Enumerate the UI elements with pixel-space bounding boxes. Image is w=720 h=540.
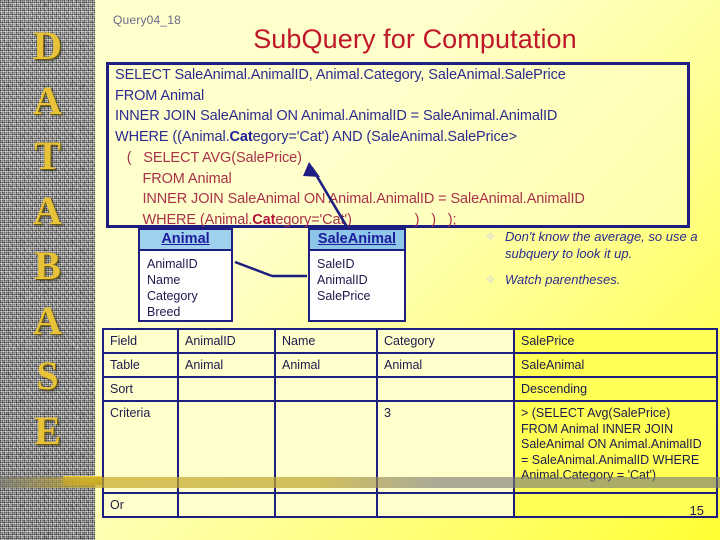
note-bullet-1: ✧ Watch parentheses. xyxy=(485,271,710,288)
qbe-row-label: Field xyxy=(102,328,179,354)
qbe-cell-criteria-1[interactable] xyxy=(274,400,378,494)
qbe-cell-or-2[interactable] xyxy=(376,492,515,518)
qbe-cell-sort-2[interactable] xyxy=(376,376,515,402)
entity-field-animalid: AnimalID xyxy=(317,273,368,287)
qbe-cell-field-3[interactable]: SalePrice xyxy=(513,328,718,354)
qbe-cell-field-2[interactable]: Category xyxy=(376,328,515,354)
entity-field-saleid: SaleID xyxy=(317,257,355,271)
notes-bullet-list: ✧ Don't know the average, so use a subque… xyxy=(485,228,710,297)
slide-canvas: DATABASE Query04_18 SubQuery for Computa… xyxy=(0,0,720,540)
qbe-row-label: Criteria xyxy=(102,400,179,494)
qbe-row-label: Or xyxy=(102,492,179,518)
sidebar-granite-panel: DATABASE xyxy=(0,0,115,540)
qbe-cell-table-0[interactable]: Animal xyxy=(177,352,276,378)
qbe-cell-sort-3[interactable]: Descending xyxy=(513,376,718,402)
entity-fields-animal: AnimalID Name Category Breed xyxy=(140,251,231,320)
note-bullet-text: Don't know the average, so use a subquer… xyxy=(505,229,698,261)
qbe-row-label: Sort xyxy=(102,376,179,402)
sql-line-4: ( SELECT AVG(SalePrice) xyxy=(115,149,302,166)
page-title: SubQuery for Computation xyxy=(253,24,577,54)
sidebar-letter-a-5: A xyxy=(33,298,62,343)
sql-line-1: FROM Animal xyxy=(115,87,205,104)
entity-field-name: Name xyxy=(147,273,181,287)
four-point-star-icon: ✧ xyxy=(485,272,496,287)
qbe-cell-table-1[interactable]: Animal xyxy=(274,352,378,378)
sidebar-letter-b-4: B xyxy=(34,243,61,288)
note-bullet-text: Watch parentheses. xyxy=(505,272,621,287)
qbe-cell-sort-1[interactable] xyxy=(274,376,378,402)
entity-title-saleanimal: SaleAnimal xyxy=(310,230,404,251)
qbe-row-criteria: Criteria 3 > (SELECT Avg(SalePrice) FROM A… xyxy=(102,400,718,494)
entity-field-breed: Breed xyxy=(147,305,181,319)
qbe-cell-table-3[interactable]: SaleAnimal xyxy=(513,352,718,378)
entity-field-saleprice: SalePrice xyxy=(317,289,371,303)
sql-line-2: INNER JOIN SaleAnimal ON Animal.AnimalID… xyxy=(115,108,558,125)
slide-number: 15 xyxy=(689,503,704,518)
qbe-row-label: Table xyxy=(102,352,179,378)
sidebar-letter-a-3: A xyxy=(33,188,62,233)
qbe-cell-criteria-2[interactable]: 3 xyxy=(376,400,515,494)
four-point-star-icon: ✧ xyxy=(485,229,496,244)
entity-box-saleanimal: SaleAnimal SaleID AnimalID SalePrice xyxy=(308,228,406,322)
qbe-row-or: Or xyxy=(102,492,718,518)
sql-line-3: WHERE ((Animal.Category='Cat') AND (Sale… xyxy=(115,129,517,146)
qbe-cell-table-2[interactable]: Animal xyxy=(376,352,515,378)
sidebar-letter-e-7: E xyxy=(34,408,61,453)
entity-field-category: Category xyxy=(147,289,198,303)
qbe-cell-or-1[interactable] xyxy=(274,492,378,518)
entity-field-animalid: AnimalID xyxy=(147,257,198,271)
sidebar-letter-s-6: S xyxy=(36,353,59,398)
sidebar-letter-t-2: T xyxy=(34,133,61,178)
sidebar-vertical-word: DATABASE xyxy=(0,18,95,458)
entity-fields-saleanimal: SaleID AnimalID SalePrice xyxy=(310,251,404,304)
qbe-cell-criteria-3[interactable]: > (SELECT Avg(SalePrice) FROM Animal INN… xyxy=(513,400,718,494)
entity-title-animal: Animal xyxy=(140,230,231,251)
qbe-cell-or-0[interactable] xyxy=(177,492,276,518)
note-bullet-0: ✧ Don't know the average, so use a subque… xyxy=(485,228,710,262)
entity-box-animal: Animal AnimalID Name Category Breed xyxy=(138,228,233,322)
sql-line-0: SELECT SaleAnimal.AnimalID, Animal.Categ… xyxy=(115,67,566,83)
qbe-cell-field-0[interactable]: AnimalID xyxy=(177,328,276,354)
qbe-cell-sort-0[interactable] xyxy=(177,376,276,402)
sql-line-6: INNER JOIN SaleAnimal ON Animal.AnimalID… xyxy=(115,191,585,208)
qbe-cell-field-1[interactable]: Name xyxy=(274,328,378,354)
qbe-row-table: Table Animal Animal Animal SaleAnimal xyxy=(102,352,718,378)
qbe-row-field: Field AnimalID Name Category SalePrice xyxy=(102,328,718,354)
sql-line-5: FROM Animal xyxy=(115,170,232,187)
sidebar-letter-d-0: D xyxy=(33,23,62,68)
sidebar-letter-a-1: A xyxy=(33,78,62,123)
sql-statement-box: SELECT SaleAnimal.AnimalID, Animal.Categ… xyxy=(106,62,690,228)
qbe-row-sort: Sort Descending xyxy=(102,376,718,402)
qbe-grid: Field AnimalID Name Category SalePrice Table A… xyxy=(102,328,718,518)
qbe-cell-criteria-0[interactable] xyxy=(177,400,276,494)
